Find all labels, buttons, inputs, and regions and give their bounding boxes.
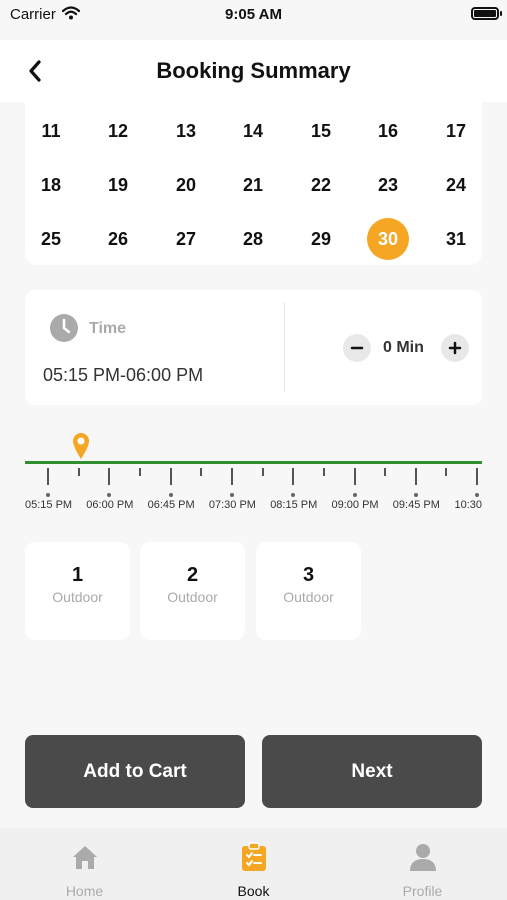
- timeline-dot: [413, 493, 418, 497]
- timeline-minor-tick: [261, 468, 264, 476]
- tab-label-home: Home: [65, 883, 104, 899]
- calendar-day[interactable]: 20: [165, 164, 207, 206]
- divider: [284, 302, 285, 392]
- timeline-tick: [353, 468, 356, 485]
- timeline-label: 10:30: [454, 499, 482, 511]
- calendar-day-selected[interactable]: 30: [367, 218, 409, 260]
- time-label: Time: [89, 320, 127, 337]
- nav-bar: Booking Summary: [0, 40, 507, 102]
- table-option-2[interactable]: 2 Outdoor: [140, 542, 245, 640]
- clipboard-icon: [242, 842, 266, 871]
- tab-label-book: Book: [237, 883, 270, 899]
- timeline-label: 09:00 PM: [331, 499, 379, 511]
- table-option-3[interactable]: 3 Outdoor: [256, 542, 361, 640]
- timeline-dot: [475, 493, 480, 497]
- status-bar: Carrier 9:05 AM: [0, 0, 507, 36]
- timeline-tick: [169, 468, 172, 485]
- calendar-day[interactable]: 29: [300, 218, 342, 260]
- timeline-tick: [108, 468, 111, 485]
- timeline-label: 06:45 PM: [147, 499, 195, 511]
- timeline-dot: [291, 493, 296, 497]
- table-option-1[interactable]: 1 Outdoor: [25, 542, 130, 640]
- timeline-dot: [229, 493, 234, 497]
- home-icon: [73, 846, 97, 869]
- person-icon: [410, 844, 436, 871]
- table-number: 3: [302, 564, 315, 586]
- table-type: Outdoor: [52, 589, 103, 605]
- calendar-day[interactable]: 11: [30, 110, 72, 152]
- calendar-day[interactable]: 12: [97, 110, 139, 152]
- time-range: 05:15 PM-06:00 PM: [43, 365, 204, 385]
- timeline-tick: [414, 468, 417, 485]
- calendar-day[interactable]: 16: [367, 110, 409, 152]
- calendar-day[interactable]: 22: [300, 164, 342, 206]
- table-type: Outdoor: [283, 589, 334, 605]
- timeline-label: 09:45 PM: [392, 499, 440, 511]
- timeline-minor-tick: [200, 468, 203, 476]
- location-pin-icon[interactable]: [72, 432, 90, 465]
- calendar-day[interactable]: 28: [232, 218, 274, 260]
- timeline-label: 07:30 PM: [208, 499, 256, 511]
- calendar-day[interactable]: 24: [435, 164, 477, 206]
- calendar-day[interactable]: 19: [97, 164, 139, 206]
- calendar-day[interactable]: 18: [30, 164, 72, 206]
- table-number: 2: [186, 564, 199, 586]
- table-type: Outdoor: [167, 589, 218, 605]
- timeline-dot: [168, 493, 173, 497]
- calendar-day[interactable]: 26: [97, 218, 139, 260]
- timeline-minor-tick: [322, 468, 325, 476]
- status-time: 9:05 AM: [225, 6, 282, 23]
- calendar-day[interactable]: 31: [435, 218, 477, 260]
- calendar-day[interactable]: 15: [300, 110, 342, 152]
- add-to-cart-button[interactable]: Add to Cart: [25, 735, 245, 808]
- timeline-tick: [292, 468, 295, 485]
- timeline-label: 08:15 PM: [270, 499, 318, 511]
- timeline-dot: [46, 493, 50, 497]
- timeline-minor-tick: [138, 468, 141, 476]
- minus-icon: [350, 346, 364, 350]
- calendar-day[interactable]: 23: [367, 164, 409, 206]
- clock-icon: [50, 314, 78, 347]
- timeline-tick: [47, 468, 49, 485]
- calendar-day[interactable]: 17: [435, 110, 477, 152]
- timeline-label: 05:15 PM: [25, 499, 73, 511]
- tab-book[interactable]: Book: [169, 828, 338, 900]
- time-slider[interactable]: 05:15 PM 06:00 PM 06:45 PM 07:30 PM 08:15 PM…: [25, 430, 482, 520]
- next-button[interactable]: Next: [262, 735, 482, 808]
- timeline-tick: [476, 468, 479, 485]
- calendar-day[interactable]: 27: [165, 218, 207, 260]
- timeline-dot: [107, 493, 112, 497]
- calendar-day[interactable]: 13: [165, 110, 207, 152]
- timeline-tick: [230, 468, 233, 485]
- timeline-minor-tick: [445, 468, 448, 476]
- calendar-day[interactable]: 21: [232, 164, 274, 206]
- table-number: 1: [71, 564, 84, 586]
- timeline-label: 06:00 PM: [86, 499, 134, 511]
- tab-label-profile: Profile: [402, 883, 443, 899]
- plus-icon: [448, 341, 462, 355]
- duration-value: 0 Min: [383, 339, 424, 356]
- battery-icon: [471, 7, 502, 20]
- increase-duration-button[interactable]: [441, 334, 469, 362]
- timeline-minor-tick: [77, 468, 80, 476]
- calendar-grid: 11 12 13 14 15 16 17 18 19 20 21 22 23 24 25 26 27 28 29 30…: [25, 102, 482, 265]
- timeline-dot: [352, 493, 357, 497]
- tab-home[interactable]: Home: [0, 828, 169, 900]
- calendar-day[interactable]: 25: [30, 218, 72, 260]
- time-card: Time 05:15 PM-06:00 PM 0 Min: [25, 290, 482, 405]
- decrease-duration-button[interactable]: [343, 334, 371, 362]
- tab-bar: Home Book Profile: [0, 828, 507, 900]
- timeline-minor-tick: [384, 468, 387, 476]
- tab-profile[interactable]: Profile: [338, 828, 507, 900]
- timeline-track: [25, 461, 482, 464]
- calendar-day[interactable]: 14: [232, 110, 274, 152]
- page-title: Booking Summary: [156, 58, 351, 83]
